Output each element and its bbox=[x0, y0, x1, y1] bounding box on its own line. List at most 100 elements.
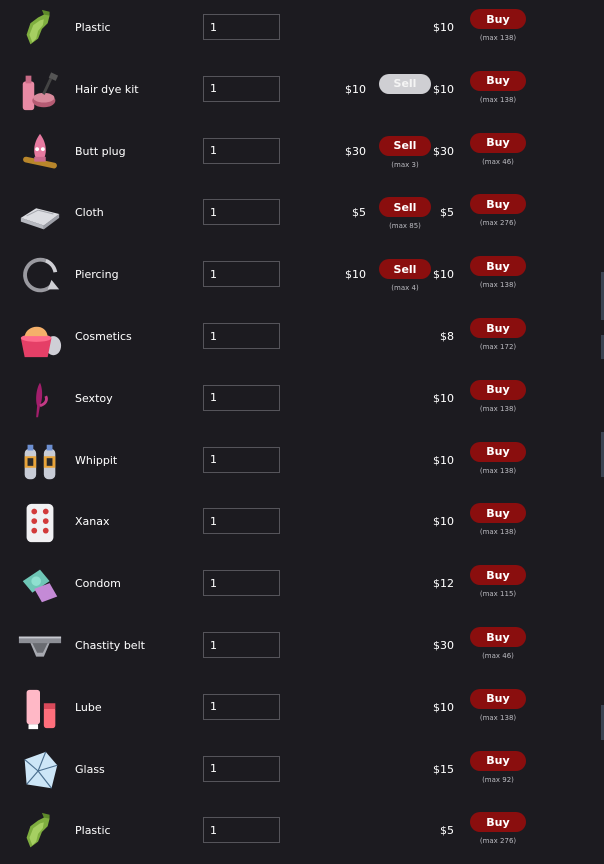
item-name: Piercing bbox=[75, 268, 119, 282]
quantity-input[interactable] bbox=[203, 323, 280, 349]
buy-price: $10 bbox=[433, 21, 454, 34]
sell-price: $30 bbox=[345, 144, 366, 158]
sextoy-icon bbox=[16, 376, 64, 424]
buy-price: $10 bbox=[433, 700, 454, 714]
quantity-input[interactable] bbox=[203, 693, 280, 720]
buy-button[interactable]: Buy bbox=[470, 9, 526, 29]
buy-button[interactable]: Buy bbox=[470, 132, 526, 153]
sell-price: $10 bbox=[345, 82, 366, 96]
item-name: Glass bbox=[75, 762, 105, 776]
buy-max-label: (max 138) bbox=[479, 34, 517, 42]
buy-max-label: (max 138) bbox=[479, 281, 517, 290]
buy-price: $15 bbox=[433, 762, 454, 776]
quantity-input[interactable] bbox=[203, 261, 280, 288]
buy-button[interactable]: Buy bbox=[470, 70, 526, 91]
item-row: Whippit $10 Buy (max 138) bbox=[0, 431, 560, 493]
quantity-input[interactable] bbox=[203, 384, 280, 411]
buy-button[interactable]: Buy bbox=[470, 812, 526, 833]
condom-icon bbox=[16, 561, 64, 609]
item-name: Xanax bbox=[75, 515, 110, 529]
quantity-input[interactable] bbox=[203, 14, 280, 40]
whippit-icon bbox=[16, 438, 64, 486]
piercing-icon bbox=[16, 252, 64, 300]
sell-button[interactable]: Sell bbox=[379, 197, 431, 218]
item-row: Cosmetics $8 Buy (max 172) bbox=[0, 307, 560, 369]
item-name: Whippit bbox=[75, 453, 118, 467]
quantity-input[interactable] bbox=[203, 632, 280, 658]
buy-max-label: (max 276) bbox=[479, 837, 517, 846]
quantity-input[interactable] bbox=[203, 75, 280, 102]
buy-price: $5 bbox=[440, 824, 454, 838]
cosmetics-icon bbox=[16, 314, 64, 362]
buy-max-label: (max 138) bbox=[479, 95, 517, 104]
buy-max-label: (max 115) bbox=[479, 590, 517, 599]
buy-price: $8 bbox=[440, 330, 454, 343]
buy-button[interactable]: Buy bbox=[470, 441, 526, 462]
item-row: Xanax $10 Buy (max 138) bbox=[0, 492, 560, 554]
buy-max-label: (max 138) bbox=[479, 713, 517, 722]
chastity-belt-icon bbox=[16, 623, 64, 671]
item-row: Lube $10 Buy (max 138) bbox=[0, 678, 560, 740]
quantity-input[interactable] bbox=[203, 199, 280, 226]
item-name: Cosmetics bbox=[75, 330, 132, 343]
buy-price: $30 bbox=[433, 144, 454, 158]
buy-max-label: (max 46) bbox=[482, 652, 514, 660]
buy-max-label: (max 138) bbox=[479, 466, 517, 475]
buy-button[interactable]: Buy bbox=[470, 194, 526, 215]
sell-max-label: (max 3) bbox=[391, 160, 419, 169]
plastic-icon bbox=[16, 5, 64, 53]
item-name: Plastic bbox=[75, 824, 111, 838]
quantity-input[interactable] bbox=[203, 817, 280, 844]
buy-button[interactable]: Buy bbox=[470, 565, 526, 586]
item-row: Condom $12 Buy (max 115) bbox=[0, 554, 560, 616]
item-row: Chastity belt $30 Buy (max 46) bbox=[0, 616, 560, 678]
item-row: Glass $15 Buy (max 92) bbox=[0, 740, 560, 802]
item-name: Cloth bbox=[75, 206, 104, 220]
buy-button[interactable]: Buy bbox=[470, 318, 526, 338]
item-name: Hair dye kit bbox=[75, 82, 139, 96]
buy-max-label: (max 46) bbox=[482, 157, 514, 166]
quantity-input[interactable] bbox=[203, 137, 280, 164]
buy-button[interactable]: Buy bbox=[470, 503, 526, 524]
buy-max-label: (max 276) bbox=[479, 219, 517, 228]
buy-max-label: (max 138) bbox=[479, 404, 517, 413]
buy-button[interactable]: Buy bbox=[470, 688, 526, 709]
buy-button[interactable]: Buy bbox=[470, 627, 526, 647]
xanax-icon bbox=[16, 499, 64, 547]
glass-icon bbox=[16, 747, 64, 795]
buy-price: $10 bbox=[433, 82, 454, 96]
plastic-icon bbox=[16, 808, 64, 856]
item-row: Sextoy $10 Buy (max 138) bbox=[0, 369, 560, 431]
buy-price: $5 bbox=[440, 206, 454, 220]
item-name: Butt plug bbox=[75, 144, 126, 158]
sell-button[interactable]: Sell bbox=[379, 259, 431, 280]
item-name: Plastic bbox=[75, 21, 111, 34]
buy-price: $10 bbox=[433, 515, 454, 529]
buy-button[interactable]: Buy bbox=[470, 256, 526, 277]
buy-price: $30 bbox=[433, 639, 454, 652]
buy-max-label: (max 172) bbox=[479, 343, 517, 351]
item-name: Lube bbox=[75, 700, 102, 714]
butt-plug-icon bbox=[16, 129, 64, 177]
item-row: Plastic $10 Buy (max 138) bbox=[0, 0, 560, 60]
sell-max-label: (max 85) bbox=[389, 222, 421, 231]
sell-price: $10 bbox=[345, 268, 366, 282]
quantity-input[interactable] bbox=[203, 570, 280, 597]
buy-button[interactable]: Buy bbox=[470, 750, 526, 771]
quantity-input[interactable] bbox=[203, 508, 280, 535]
item-row: Plastic $5 Buy (max 276) bbox=[0, 801, 560, 863]
item-row: Cloth $5 Sell (max 85) $5 Buy (max 276) bbox=[0, 183, 560, 245]
item-row: Butt plug$30Sell(max 3)$30Buy(max 46) bbox=[0, 122, 560, 184]
item-row: Hair dye kit$10Sell$10Buy(max 138) bbox=[0, 60, 560, 122]
sell-button[interactable]: Sell bbox=[379, 73, 431, 94]
buy-price: $12 bbox=[433, 577, 454, 591]
buy-button[interactable]: Buy bbox=[470, 379, 526, 400]
item-name: Sextoy bbox=[75, 391, 113, 405]
item-name: Chastity belt bbox=[75, 639, 145, 652]
sell-button[interactable]: Sell bbox=[379, 135, 431, 156]
quantity-input[interactable] bbox=[203, 755, 280, 782]
sell-price: $5 bbox=[352, 206, 366, 220]
hair-dye-kit-icon bbox=[16, 67, 64, 115]
quantity-input[interactable] bbox=[203, 446, 280, 473]
buy-price: $10 bbox=[433, 453, 454, 467]
